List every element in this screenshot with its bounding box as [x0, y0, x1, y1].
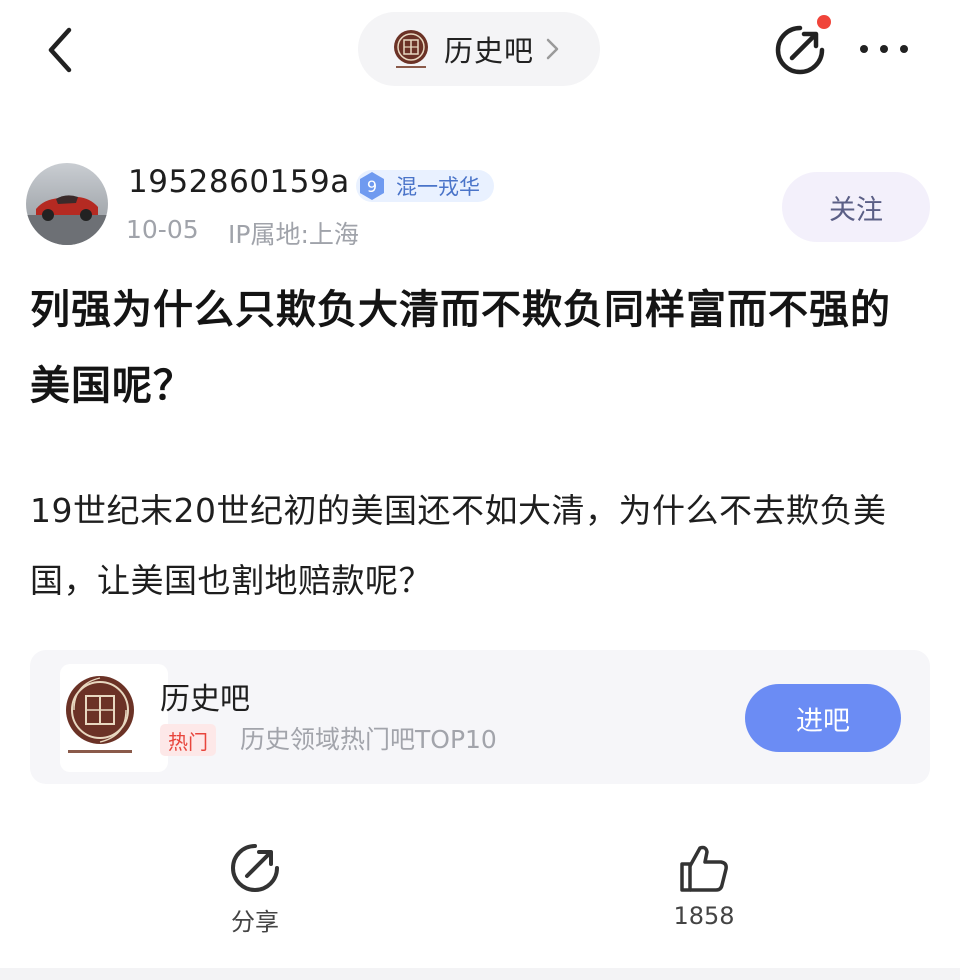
post-date: 10-05 — [126, 215, 199, 244]
level-shield-icon: 9 — [360, 172, 384, 200]
forum-pill[interactable]: 历史吧 — [358, 12, 600, 86]
more-dot — [900, 45, 908, 53]
forum-description: 历史领域热门吧TOP10 — [240, 725, 497, 754]
forum-name: 历史吧 — [444, 34, 535, 68]
enter-forum-button[interactable]: 进吧 — [745, 684, 901, 752]
like-count: 1858 — [673, 902, 735, 930]
chevron-right-icon — [546, 38, 559, 60]
author-username[interactable]: 1952860159a — [128, 164, 350, 200]
more-button[interactable] — [852, 26, 916, 72]
forum-card[interactable]: 历史吧 热门 历史领域热门吧TOP10 进吧 — [30, 650, 930, 784]
author-avatar[interactable] — [26, 163, 108, 245]
ip-location: IP属地:上海 — [228, 220, 359, 249]
svg-text:9: 9 — [367, 177, 377, 196]
edit-share-icon[interactable] — [770, 20, 830, 80]
more-dot — [860, 45, 868, 53]
post-body: 19世纪末20世纪初的美国还不如大清，为什么不去欺负美国，让美国也割地赔款呢？ — [30, 491, 887, 600]
share-icon — [231, 844, 279, 892]
hot-badge: 热门 — [160, 724, 216, 756]
card-forum-name: 历史吧 — [160, 682, 250, 717]
follow-button[interactable]: 关注 — [782, 172, 930, 242]
notification-dot — [817, 15, 831, 29]
level-title: 混一戎华 — [396, 175, 480, 199]
top-bar: 历史吧 — [0, 0, 960, 100]
forum-logo-icon — [60, 664, 168, 772]
bottom-divider — [0, 968, 960, 980]
back-button[interactable] — [36, 22, 84, 78]
thumbs-up-icon — [680, 845, 728, 892]
more-dot — [880, 45, 888, 53]
forum-logo-icon — [394, 30, 428, 68]
share-label: 分享 — [231, 908, 279, 936]
share-action[interactable]: 分享 — [200, 840, 310, 937]
level-badge: 9 混一戎华 — [356, 170, 494, 202]
post-title: 列强为什么只欺负大清而不欺负同样富而不强的美国呢？ — [30, 287, 891, 409]
like-action[interactable]: 1858 — [644, 840, 764, 930]
chevron-left-icon — [48, 27, 72, 73]
